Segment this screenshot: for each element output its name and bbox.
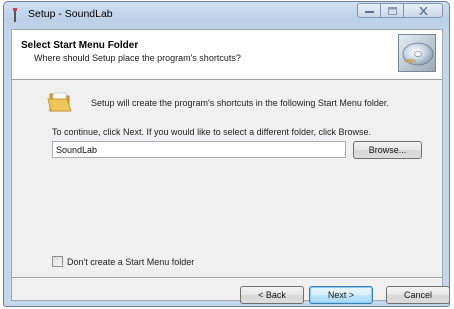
next-button[interactable]: Next > [309, 286, 373, 304]
page-title: Select Start Menu Folder [21, 40, 139, 51]
no-folder-option[interactable]: Don't create a Start Menu folder [52, 256, 194, 267]
intro-text: Setup will create the program's shortcut… [91, 98, 389, 108]
close-icon [418, 6, 428, 15]
wizard-header: Select Start Menu Folder Where should Se… [12, 30, 442, 80]
minimize-icon [364, 10, 374, 13]
browse-button[interactable]: Browse... [353, 141, 422, 159]
page-subtitle: Where should Setup place the program's s… [34, 53, 241, 63]
window-controls [357, 3, 443, 19]
back-button[interactable]: < Back [240, 286, 304, 304]
wizard-client-area: Select Start Menu Folder Where should Se… [11, 29, 449, 304]
no-folder-label[interactable]: Don't create a Start Menu folder [67, 257, 194, 267]
cd-install-icon [398, 34, 436, 72]
maximize-icon [387, 6, 397, 15]
title-bar[interactable]: Setup - SoundLab [4, 2, 449, 30]
footer-divider [12, 277, 442, 279]
window-title: Setup - SoundLab [28, 8, 113, 20]
folder-icon [47, 92, 72, 112]
start-menu-folder-input[interactable] [52, 141, 346, 158]
setup-app-icon [13, 8, 17, 22]
cancel-button[interactable]: Cancel [386, 286, 449, 304]
minimize-button[interactable] [357, 3, 381, 18]
maximize-button[interactable] [380, 3, 404, 18]
setup-window: Setup - SoundLab Select Start Menu Folde… [3, 1, 450, 307]
no-folder-checkbox[interactable] [52, 256, 63, 267]
close-button[interactable] [403, 3, 443, 18]
instruction-text: To continue, click Next. If you would li… [52, 127, 371, 137]
